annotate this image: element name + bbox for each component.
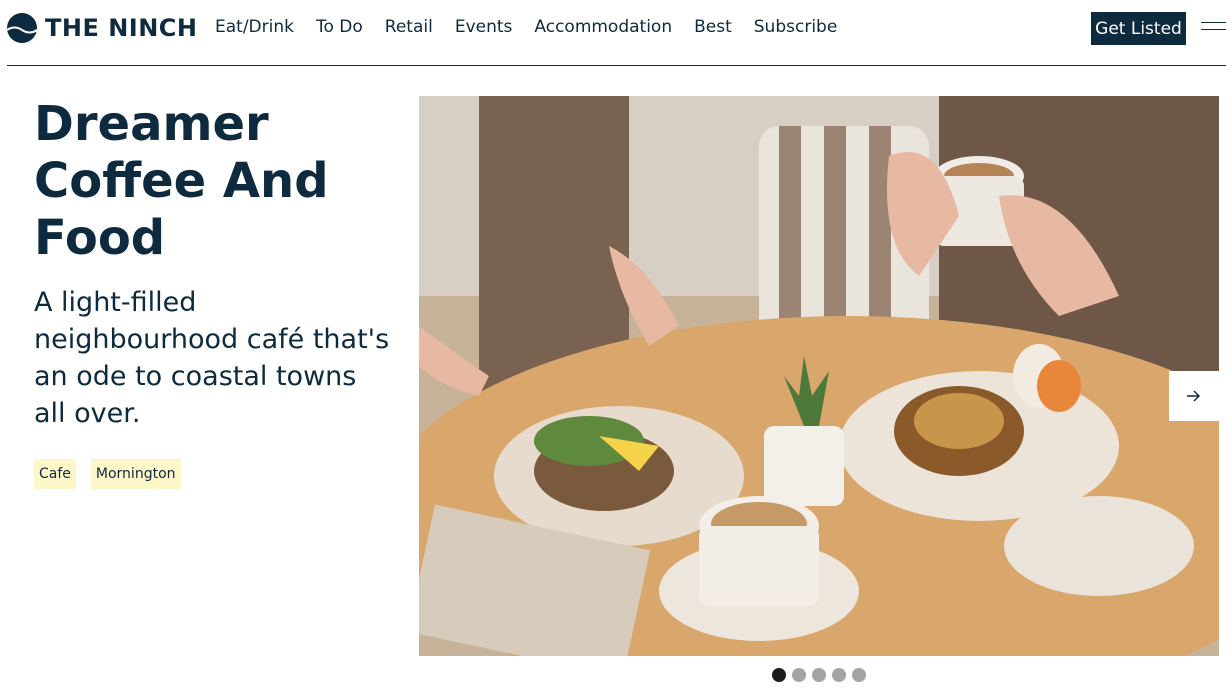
main-nav: Eat/Drink To Do Retail Events Accommodat… xyxy=(215,17,837,37)
carousel-dot-1[interactable] xyxy=(772,668,786,682)
menu-line xyxy=(1201,22,1226,23)
tag-list: Cafe Mornington xyxy=(34,459,181,489)
nav-item-eat-drink[interactable]: Eat/Drink xyxy=(215,17,294,37)
carousel-dot-3[interactable] xyxy=(812,668,826,682)
article-title: Dreamer Coffee And Food xyxy=(34,96,329,266)
tag-cafe[interactable]: Cafe xyxy=(34,459,76,489)
article-subtitle: A light-filled neighbourhood café that's… xyxy=(34,287,390,429)
nav-item-accommodation[interactable]: Accommodation xyxy=(534,17,672,37)
nav-item-best[interactable]: Best xyxy=(694,17,732,37)
arrow-right-icon xyxy=(1187,390,1200,402)
cafe-table-photo xyxy=(419,96,1219,656)
hamburger-menu-icon[interactable] xyxy=(1201,22,1226,34)
header-divider xyxy=(7,65,1226,66)
carousel-indicators xyxy=(772,668,866,682)
get-listed-button[interactable]: Get Listed xyxy=(1091,12,1186,45)
carousel-next-button[interactable] xyxy=(1169,371,1219,421)
brand-name: THE NINCH xyxy=(45,14,198,42)
hero-image xyxy=(419,96,1219,656)
carousel-dot-2[interactable] xyxy=(792,668,806,682)
carousel-dot-5[interactable] xyxy=(852,668,866,682)
nav-item-retail[interactable]: Retail xyxy=(385,17,433,37)
nav-item-events[interactable]: Events xyxy=(455,17,513,37)
wave-circle-icon xyxy=(7,13,37,43)
carousel-dot-4[interactable] xyxy=(832,668,846,682)
menu-line xyxy=(1201,29,1226,30)
logo[interactable]: THE NINCH xyxy=(7,12,198,44)
nav-item-to-do[interactable]: To Do xyxy=(316,17,363,37)
nav-item-subscribe[interactable]: Subscribe xyxy=(754,17,838,37)
site-header: THE NINCH Eat/Drink To Do Retail Events … xyxy=(0,0,1226,58)
tag-mornington[interactable]: Mornington xyxy=(90,459,181,489)
